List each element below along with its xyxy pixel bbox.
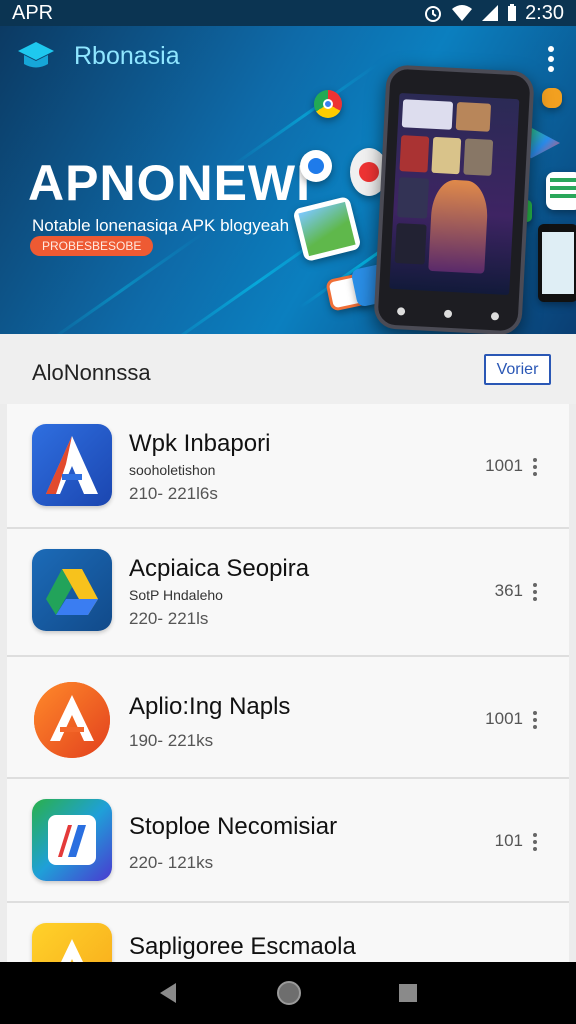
app-title: Stoploe Necomisiar — [129, 813, 338, 840]
phone-illustration — [373, 64, 535, 334]
more-vert-icon[interactable] — [533, 711, 539, 732]
view-all-button[interactable]: Vorier — [484, 354, 551, 385]
status-bar: APR 2:30 — [0, 0, 576, 26]
app-count: 1001 — [485, 709, 523, 728]
app-meta: 220- 221ls — [129, 609, 209, 628]
app-meta: 220- 121ks — [129, 853, 214, 872]
hero-banner: Rbonasia APNONEWI Notable lonenasiqa APK… — [0, 26, 576, 334]
app-title: Sapligoree Escmaola — [129, 933, 356, 960]
more-vert-icon[interactable] — [533, 833, 539, 854]
clock: 2:30 — [525, 1, 564, 24]
app-title: Acpiaica Seopira — [129, 555, 310, 582]
orange-app-icon — [542, 88, 562, 108]
back-icon[interactable] — [158, 981, 180, 1005]
graduation-cap-icon — [18, 42, 54, 68]
navigation-bar — [0, 962, 576, 1024]
app-meta: 190- 221ks — [129, 731, 214, 750]
recents-icon[interactable] — [398, 983, 418, 1003]
app-count: 101 — [494, 831, 523, 850]
brand[interactable]: Rbonasia — [16, 40, 180, 72]
app-list: Wpk Inbapori sooholetishon 210- 221l6s 1… — [7, 404, 569, 983]
app-subtitle: SotP Hndaleho — [129, 587, 223, 603]
hero-subtitle: Notable lonenasiqa APK blogyeah — [32, 216, 290, 235]
signal-icon — [482, 5, 499, 21]
list-item[interactable]: Stoploe Necomisiar 220- 121ks 101 — [7, 779, 569, 903]
list-item[interactable]: Aplio:Ing Napls 190- 221ks 1001 — [7, 657, 569, 779]
more-vert-icon[interactable] — [533, 458, 539, 479]
chrome-icon — [314, 90, 342, 118]
app-subtitle: sooholetishon — [129, 462, 216, 478]
section-header: AloNonnssa Vorier — [0, 334, 576, 404]
home-icon[interactable] — [276, 980, 302, 1006]
alarm-icon — [425, 6, 442, 22]
section-title: AloNonnssa — [32, 360, 151, 385]
wifi-icon — [452, 5, 473, 21]
app-title: Aplio:Ing Napls — [129, 693, 291, 720]
overflow-menu-icon[interactable] — [546, 46, 556, 76]
more-vert-icon[interactable] — [533, 583, 539, 604]
tablet-icon — [538, 224, 576, 302]
play-store-icon — [528, 126, 560, 160]
list-item[interactable]: Acpiaica Seopira SotP Hndaleho 220- 221l… — [7, 529, 569, 657]
a-logo-red-icon — [32, 424, 112, 506]
blue-circle-icon — [300, 150, 332, 182]
hero-badge[interactable]: PROBESBESOBE — [30, 236, 154, 256]
app-count: 361 — [494, 581, 523, 600]
app-title: Wpk Inbapori — [129, 430, 271, 457]
spreadsheet-icon — [546, 172, 576, 210]
drive-triangle-icon — [32, 549, 112, 631]
battery-icon — [508, 4, 517, 21]
carrier-label: APR — [12, 1, 54, 24]
multicolor-n-icon — [32, 799, 112, 881]
app-count: 1001 — [485, 456, 523, 475]
list-item[interactable]: Wpk Inbapori sooholetishon 210- 221l6s 1… — [7, 404, 569, 529]
brand-name: Rbonasia — [74, 41, 180, 70]
a-logo-orange-icon — [32, 679, 112, 761]
app-meta: 210- 221l6s — [129, 484, 218, 503]
hero-title: APNONEWI — [28, 155, 311, 211]
